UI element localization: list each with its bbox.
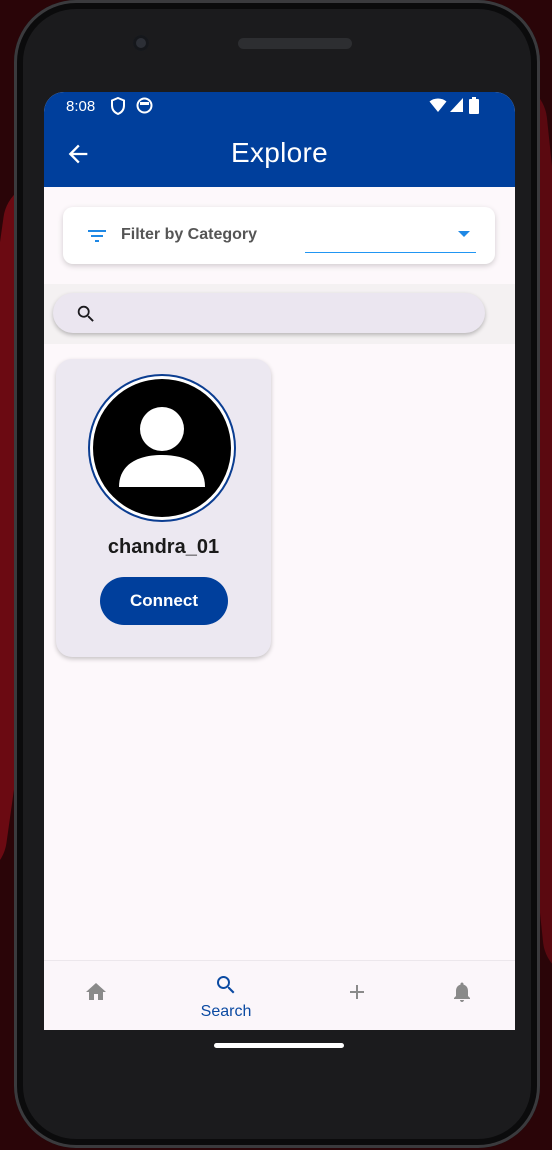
status-bar: 8:08 <box>44 92 515 122</box>
username: chandra_01 <box>107 536 220 558</box>
filter-icon <box>88 230 106 242</box>
nav-notifications[interactable] <box>420 961 504 1030</box>
app-screen: 8:08 Explore Filter by Category chandra_… <box>44 92 515 1030</box>
category-dropdown[interactable] <box>305 221 476 253</box>
bell-icon <box>454 982 470 1002</box>
dropdown-arrow-icon <box>458 231 470 237</box>
nav-home[interactable] <box>54 961 138 1030</box>
status-time: 8:08 <box>66 98 96 115</box>
app-bar: Explore <box>44 122 515 187</box>
category-filter: Filter by Category <box>63 207 495 264</box>
front-camera <box>133 35 149 51</box>
search-icon <box>77 305 94 322</box>
search-input[interactable] <box>53 293 485 333</box>
search-area <box>44 284 515 344</box>
avatar <box>93 379 231 517</box>
gesture-home-bar[interactable] <box>214 1043 344 1048</box>
nav-add[interactable] <box>315 961 399 1030</box>
nav-search-label: Search <box>200 1003 252 1020</box>
face-icon <box>136 97 153 114</box>
shield-icon <box>111 97 125 115</box>
nav-search[interactable]: Search <box>184 961 268 1030</box>
page-title: Explore <box>230 137 329 168</box>
signal-icon <box>450 98 463 112</box>
bottom-navigation: Search <box>44 960 515 1030</box>
person-icon <box>119 407 205 487</box>
home-icon <box>86 983 106 1000</box>
user-card: chandra_01 Connect <box>56 359 271 657</box>
connect-button[interactable]: Connect <box>100 577 228 625</box>
wifi-icon <box>429 98 447 112</box>
search-icon <box>217 976 235 994</box>
filter-label: Filter by Category <box>121 226 258 243</box>
battery-icon <box>469 97 479 114</box>
add-icon <box>350 985 364 999</box>
earpiece-speaker <box>238 38 352 49</box>
